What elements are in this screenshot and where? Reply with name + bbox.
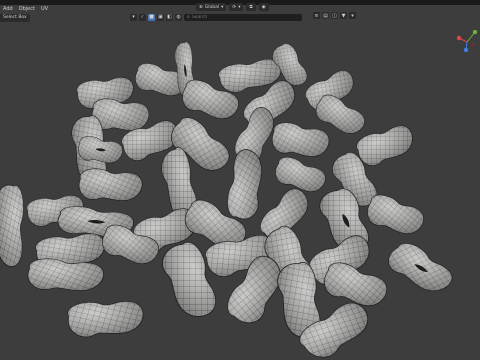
snap-icon: ⧉: [249, 5, 253, 10]
bean-mesh: [65, 297, 146, 339]
bean-mesh: [353, 120, 418, 170]
pivot-icon: ⟳: [232, 4, 237, 10]
chevron-down-icon[interactable]: ▾: [349, 12, 356, 19]
view-icon[interactable]: ▣: [157, 13, 164, 21]
header-controls: ⊕ Global ▾ ⟳ ▾ ⧉ ◉: [196, 3, 269, 11]
orientation-dropdown[interactable]: ⊕ Global ▾: [196, 3, 227, 11]
snap-toggle[interactable]: ⧉: [246, 3, 256, 11]
bean-mesh: [224, 146, 267, 223]
menu-add[interactable]: Add: [0, 5, 16, 14]
menu-object[interactable]: Object: [16, 5, 38, 14]
outliner-right-icons: ≡ ▤ ◫ ▼ ▾: [313, 12, 356, 19]
bean-mesh: [269, 119, 332, 162]
bean-pile: [0, 40, 459, 360]
outliner-toolbar: ▾ ✓ ■ ▣ ◧ ◍ ⌕: [130, 12, 335, 22]
search-box[interactable]: ⌕: [184, 13, 302, 21]
object-mode-icon[interactable]: ■: [148, 13, 155, 21]
select-box-dropdown[interactable]: Select Box: [0, 14, 30, 22]
bean-mesh: [77, 167, 144, 204]
filter-check-icon[interactable]: ✓: [139, 13, 146, 21]
bean-mesh: [0, 184, 25, 268]
filter-icon[interactable]: ▼: [340, 12, 347, 19]
bean-mesh: [363, 190, 428, 241]
proportional-icon: ◉: [261, 4, 266, 10]
search-input[interactable]: [189, 14, 292, 20]
settings-icon[interactable]: ◫: [331, 12, 338, 19]
orientation-label: Global: [204, 4, 220, 10]
sort-icon[interactable]: ≡: [313, 12, 320, 19]
chevron-down-icon: ▾: [238, 4, 241, 10]
bean-mesh: [382, 239, 459, 299]
chevron-down-icon: ▾: [221, 4, 224, 10]
render-icon[interactable]: ◍: [175, 13, 182, 21]
orientation-icon: ⊕: [199, 4, 203, 10]
dropdown-icon[interactable]: ▾: [130, 13, 137, 21]
bean-mesh: [25, 256, 106, 294]
collection-icon[interactable]: ▤: [322, 12, 329, 19]
menu-uv[interactable]: UV: [38, 5, 51, 14]
proportional-toggle[interactable]: ◉: [258, 3, 269, 11]
pivot-dropdown[interactable]: ⟳ ▾: [229, 3, 244, 11]
3d-viewport[interactable]: [0, 22, 480, 360]
selectable-icon[interactable]: ◧: [166, 13, 173, 21]
